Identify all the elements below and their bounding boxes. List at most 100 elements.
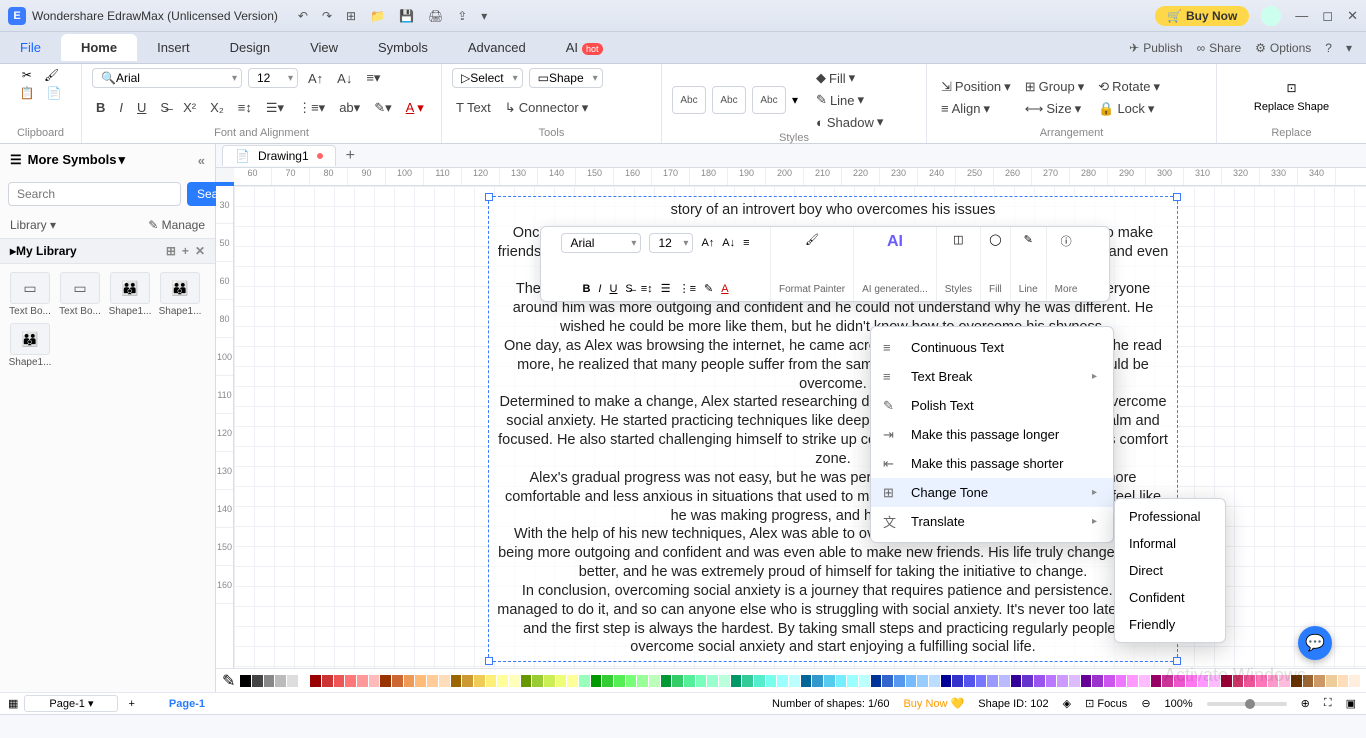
case-icon[interactable]: ab▾	[335, 98, 364, 118]
color-swatch[interactable]	[637, 675, 648, 687]
highlight-icon[interactable]: ✎▾	[370, 98, 395, 118]
color-swatch[interactable]	[812, 675, 823, 687]
mini-more-icon[interactable]: ⓘ	[1061, 233, 1072, 249]
color-swatch[interactable]	[474, 675, 485, 687]
color-swatch[interactable]	[987, 675, 998, 687]
format-painter-icon[interactable]: 🖌	[805, 233, 819, 246]
mini-highlight-icon[interactable]: ✎	[704, 282, 713, 295]
menu-insert[interactable]: Insert	[137, 34, 210, 61]
thumb-item[interactable]: ▭Text Bo...	[8, 272, 52, 317]
color-swatch[interactable]	[264, 675, 275, 687]
zoom-slider[interactable]	[1207, 702, 1287, 706]
ai-icon[interactable]: AI	[887, 233, 903, 251]
user-avatar[interactable]	[1261, 6, 1281, 26]
select-tool[interactable]: ▷ Select	[452, 68, 523, 88]
chat-fab-icon[interactable]: 💬	[1298, 626, 1332, 660]
lib-add-icon[interactable]: +	[182, 244, 189, 258]
align-button[interactable]: ≡ Align▾	[937, 99, 1015, 119]
add-tab-icon[interactable]: +	[346, 147, 355, 165]
page-layout-icon[interactable]: ▦	[8, 697, 18, 710]
my-library-header[interactable]: My Library	[16, 244, 77, 258]
color-swatch[interactable]	[1057, 675, 1068, 687]
undo-icon[interactable]: ↶	[298, 9, 308, 23]
symbol-search-input[interactable]	[8, 182, 181, 206]
color-swatch[interactable]	[310, 675, 321, 687]
color-swatch[interactable]	[567, 675, 578, 687]
resize-handle[interactable]	[1173, 193, 1181, 201]
collapse-panel-icon[interactable]: «	[198, 153, 205, 168]
thumb-item[interactable]: 👪Shape1...	[108, 272, 152, 317]
color-swatch[interactable]	[462, 675, 473, 687]
hamburger-icon[interactable]: ☰	[10, 152, 22, 168]
menu-make-longer[interactable]: ⇥Make this passage longer	[871, 420, 1113, 449]
color-swatch[interactable]	[684, 675, 695, 687]
color-swatch[interactable]	[1104, 675, 1115, 687]
color-swatch[interactable]	[789, 675, 800, 687]
color-swatch[interactable]	[1081, 675, 1092, 687]
color-swatch[interactable]	[824, 675, 835, 687]
color-swatch[interactable]	[696, 675, 707, 687]
menu-file[interactable]: File	[0, 34, 61, 61]
color-swatch[interactable]	[287, 675, 298, 687]
font-name-combo[interactable]: 🔍 Arial	[92, 68, 242, 88]
menu-continuous-text[interactable]: ≡Continuous Text	[871, 333, 1113, 362]
color-swatch[interactable]	[556, 675, 567, 687]
color-swatch[interactable]	[754, 675, 765, 687]
mini-underline-icon[interactable]: U	[609, 283, 617, 295]
color-swatch[interactable]	[894, 675, 905, 687]
mini-inc-font-icon[interactable]: A↑	[701, 237, 714, 249]
mini-align-icon[interactable]: ≡	[743, 237, 749, 249]
increase-font-icon[interactable]: A↑	[304, 69, 327, 88]
color-swatch[interactable]	[882, 675, 893, 687]
color-swatch[interactable]	[906, 675, 917, 687]
library-dropdown[interactable]: Library ▾	[10, 218, 56, 232]
superscript-icon[interactable]: X²	[179, 98, 200, 117]
color-swatch[interactable]	[742, 675, 753, 687]
mini-bold-icon[interactable]: B	[582, 283, 590, 295]
paste-icon[interactable]: 📄	[47, 86, 62, 100]
color-swatch[interactable]	[1127, 675, 1138, 687]
line-button[interactable]: ✎ Line▾	[812, 90, 887, 110]
publish-button[interactable]: ✈ Publish	[1129, 41, 1182, 55]
status-buy-now[interactable]: Buy Now 💛	[903, 697, 964, 710]
color-swatch[interactable]	[532, 675, 543, 687]
mini-spacing-icon[interactable]: ≡↕	[641, 283, 653, 295]
numbering-icon[interactable]: ⋮≡▾	[294, 98, 329, 118]
fit-page-icon[interactable]: ⛶	[1324, 697, 1332, 710]
mini-fill-icon[interactable]: ◯	[989, 233, 1001, 246]
color-swatch[interactable]	[952, 675, 963, 687]
color-swatch[interactable]	[497, 675, 508, 687]
color-swatch[interactable]	[672, 675, 683, 687]
color-swatch[interactable]	[1022, 675, 1033, 687]
align-para-icon[interactable]: ≡▾	[362, 68, 384, 88]
color-swatch[interactable]	[626, 675, 637, 687]
size-button[interactable]: ⟷ Size▾	[1021, 99, 1089, 119]
tone-friendly[interactable]: Friendly	[1115, 611, 1225, 638]
color-swatch[interactable]	[427, 675, 438, 687]
mini-color-icon[interactable]: A	[721, 283, 728, 295]
lock-button[interactable]: 🔒 Lock▾	[1094, 99, 1164, 119]
color-swatch[interactable]	[275, 675, 286, 687]
bullets-icon[interactable]: ☰▾	[262, 98, 288, 118]
more-symbols[interactable]: More Symbols	[28, 152, 125, 168]
minimize-icon[interactable]: —	[1295, 8, 1308, 23]
menu-polish-text[interactable]: ✎Polish Text	[871, 391, 1113, 420]
color-swatch[interactable]	[415, 675, 426, 687]
color-swatch[interactable]	[602, 675, 613, 687]
menu-advanced[interactable]: Advanced	[448, 34, 546, 61]
color-swatch[interactable]	[1326, 675, 1337, 687]
position-button[interactable]: ⇲ Position▾	[937, 77, 1015, 97]
mini-line-icon[interactable]: ✎	[1024, 233, 1033, 246]
resize-handle[interactable]	[485, 193, 493, 201]
style-preset-3[interactable]: Abc	[752, 86, 786, 114]
copy-icon[interactable]: 📋	[20, 86, 35, 100]
color-swatch[interactable]	[964, 675, 975, 687]
style-preset-2[interactable]: Abc	[712, 86, 746, 114]
menu-change-tone[interactable]: ⊞Change Tone▸	[871, 478, 1113, 507]
color-swatch[interactable]	[240, 675, 251, 687]
color-swatch[interactable]	[1069, 675, 1080, 687]
layers-icon[interactable]: ◈	[1063, 697, 1071, 710]
focus-button[interactable]: ⊡ Focus	[1085, 697, 1127, 710]
color-swatch[interactable]	[871, 675, 882, 687]
mini-font-combo[interactable]: Arial	[561, 233, 641, 253]
